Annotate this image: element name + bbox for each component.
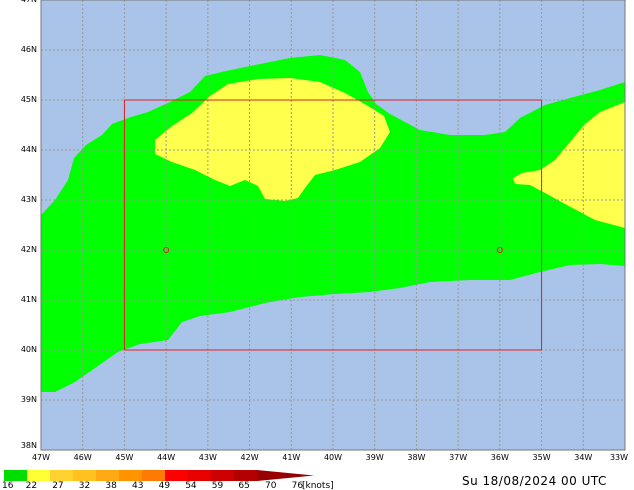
scale-swatch (73, 470, 97, 481)
lon-label: 43W (198, 453, 217, 462)
color-scale-bar (4, 470, 314, 481)
scale-swatch (165, 470, 189, 481)
lon-label: 35W (532, 453, 551, 462)
scale-swatch (211, 470, 235, 481)
scale-value: 38 (105, 481, 117, 490)
scale-value: 22 (25, 481, 38, 490)
lat-label: 42N (20, 245, 37, 254)
lat-label: 44N (20, 145, 37, 154)
lon-label: 46W (73, 453, 92, 462)
scale-value: 70 (265, 481, 277, 490)
lon-label: 44W (157, 453, 176, 462)
lon-label: 47W (31, 453, 51, 462)
scale-swatch (119, 470, 143, 481)
timestamp: Su 18/08/2024 00 UTC (462, 474, 607, 488)
scale-value: 27 (52, 481, 64, 490)
scale-value: 32 (78, 481, 91, 490)
lon-label: 42W (240, 453, 259, 462)
legend-unit: [knots] (302, 481, 334, 490)
lon-label: 41W (282, 453, 301, 462)
scale-value: 59 (211, 481, 224, 490)
lon-label: 33W (609, 453, 629, 462)
scale-swatch (257, 470, 314, 481)
scale-value: 54 (185, 481, 197, 490)
lon-label: 36W (490, 453, 509, 462)
lon-label: 40W (323, 453, 343, 462)
scale-value: 43 (132, 481, 144, 490)
lon-label: 39W (365, 453, 384, 462)
lat-label: 41N (20, 295, 37, 304)
lat-label: 46N (20, 45, 37, 54)
lat-label: 40N (20, 345, 37, 354)
map-canvas (4, 0, 626, 481)
scale-swatch (27, 470, 51, 481)
lat-label: 47N (5, 0, 37, 4)
wind-map-figure: 47N 46N 45N 44N 43N 42N 41N 40N 39N 38N 47W 46W 45W… (0, 0, 634, 490)
scale-swatch (234, 470, 258, 481)
lon-label: 45W (115, 453, 134, 462)
lat-label: 39N (20, 395, 37, 404)
scale-swatch (96, 470, 120, 481)
scale-swatch (142, 470, 166, 481)
lon-label: 34W (574, 453, 593, 462)
lat-label: 45N (20, 95, 37, 104)
scale-swatch (188, 470, 212, 481)
lat-label: 43N (20, 195, 37, 204)
scale-swatch (50, 470, 74, 481)
scale-value: 65 (238, 481, 250, 490)
scale-value: 49 (158, 481, 171, 490)
lon-label: 37W (449, 453, 468, 462)
scale-swatch (4, 470, 28, 481)
lon-label: 38W (407, 453, 426, 462)
scale-value: 16 (2, 481, 14, 490)
lat-label: 38N (20, 441, 37, 450)
